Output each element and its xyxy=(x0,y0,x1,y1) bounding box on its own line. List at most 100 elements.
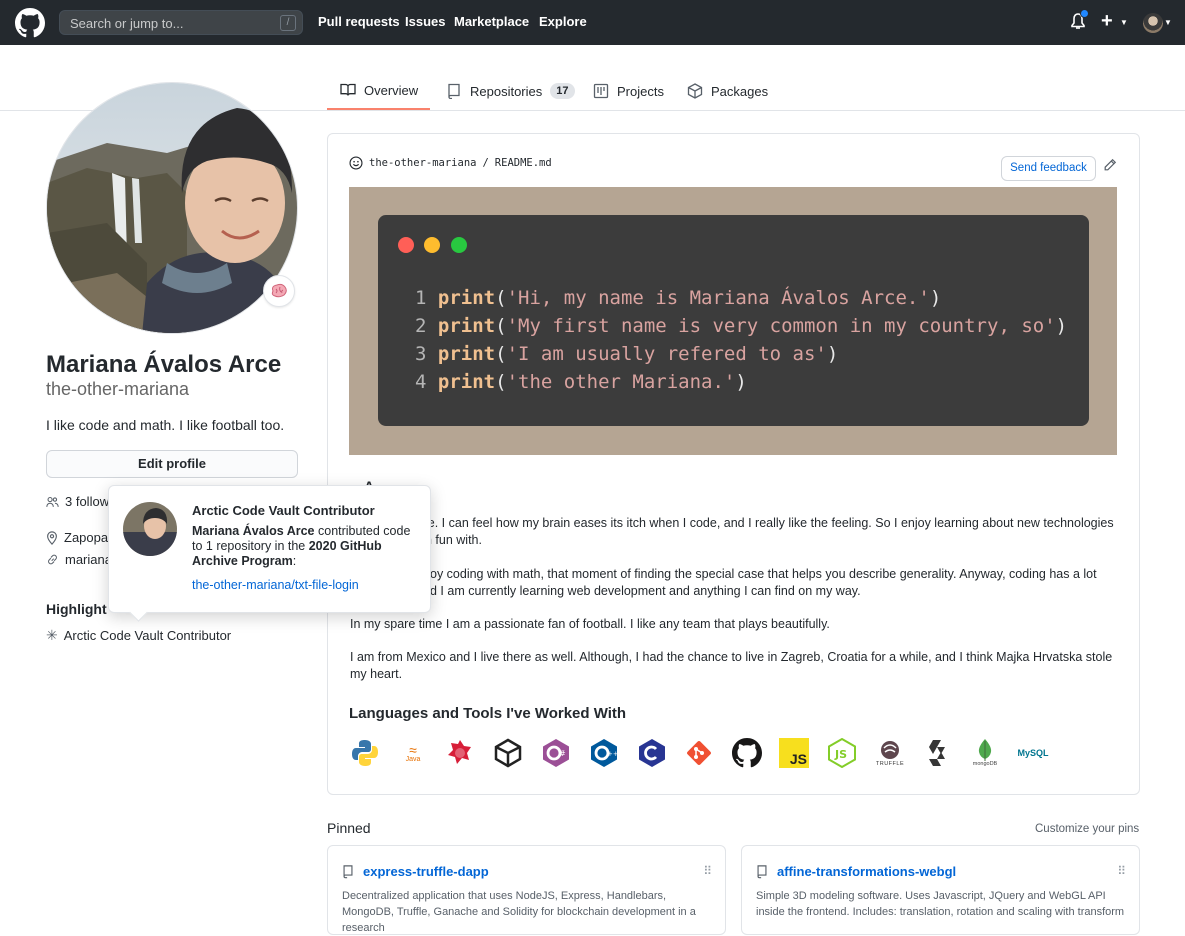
github-logo-icon[interactable] xyxy=(15,8,45,38)
popover-colon: : xyxy=(292,554,297,568)
chevron-down-icon[interactable]: ▼ xyxy=(1120,18,1128,27)
code-string: 'Hi, my name is Mariana Ávalos Arce.' xyxy=(506,287,930,309)
mongodb-icon: mongoDB xyxy=(968,736,1002,770)
tab-overview[interactable]: Overview xyxy=(327,72,430,110)
readme-owner[interactable]: the-other-mariana xyxy=(369,157,476,169)
minimize-dot-icon xyxy=(424,237,440,253)
close-dot-icon xyxy=(398,237,414,253)
followers-link[interactable]: 3 follow xyxy=(46,494,109,509)
truffle-icon: TRUFFLE xyxy=(873,736,907,770)
popover-title: Arctic Code Vault Contributor xyxy=(192,503,375,518)
line-number: 4 xyxy=(415,371,427,393)
package-icon xyxy=(687,83,703,99)
highlight-arctic-vault[interactable]: ✳ Arctic Code Vault Contributor xyxy=(46,627,231,644)
tab-projects[interactable]: Projects xyxy=(593,72,664,110)
readme-paragraph-3: In my spare time I am a passionate fan o… xyxy=(350,617,830,631)
pinned-heading: Pinned xyxy=(327,820,371,836)
user-avatar-small[interactable] xyxy=(1143,13,1163,33)
arctic-vault-popover: Arctic Code Vault Contributor Mariana Áv… xyxy=(108,485,431,613)
code-paren: ) xyxy=(735,371,747,393)
code-paren: ) xyxy=(1055,315,1068,337)
line-number: 1 xyxy=(415,287,427,309)
search-input[interactable]: Search or jump to... / xyxy=(59,10,303,35)
readme-header: the-other-mariana / README.md xyxy=(349,156,552,170)
brain-icon xyxy=(271,283,287,298)
solidity-icon xyxy=(920,736,954,770)
pencil-icon[interactable] xyxy=(1103,158,1117,172)
people-icon xyxy=(46,496,59,507)
profile-avatar[interactable] xyxy=(46,82,298,334)
tab-label: Repositories xyxy=(470,83,543,99)
edit-profile-button[interactable]: Edit profile xyxy=(46,450,298,478)
send-feedback-button[interactable]: Send feedback xyxy=(1001,156,1096,181)
drag-handle-icon[interactable]: ⠿ xyxy=(1117,864,1126,878)
followers-text: 3 follow xyxy=(65,494,110,509)
highlights-heading: Highlight xyxy=(46,601,107,617)
profile-fullname: Mariana Ávalos Arce xyxy=(46,351,282,378)
readme-paragraph-1a: le. I can feel how my brain eases its it… xyxy=(425,516,1114,530)
code-line: 3 print('I am usually refered to as') xyxy=(415,343,838,365)
csharp-icon: # xyxy=(539,736,573,770)
readme-paragraph-2a: oy coding with math, that moment of find… xyxy=(430,567,1097,581)
nav-pull-requests[interactable]: Pull requests xyxy=(318,14,400,29)
popover-body: Mariana Ávalos Arce contributed code to … xyxy=(192,524,417,569)
top-header: Search or jump to... / Pull requests Iss… xyxy=(0,0,1185,45)
js-label: JS xyxy=(789,751,807,767)
profile-bio: I like code and math. I like football to… xyxy=(46,417,285,433)
link-icon xyxy=(48,554,57,565)
pinned-card[interactable]: affine-transformations-webgl ⠿ Simple 3D… xyxy=(741,845,1140,935)
maximize-dot-icon xyxy=(451,237,467,253)
nav-issues[interactable]: Issues xyxy=(405,14,445,29)
project-icon xyxy=(593,83,609,99)
svg-text:#: # xyxy=(559,749,566,758)
location-icon xyxy=(47,530,57,545)
readme-filename[interactable]: README.md xyxy=(495,157,552,169)
search-placeholder: Search or jump to... xyxy=(70,16,184,31)
code-paren: ( xyxy=(495,315,507,337)
nav-explore[interactable]: Explore xyxy=(539,14,587,29)
repo-icon xyxy=(757,865,767,879)
code-function: print xyxy=(437,371,496,393)
code-line: 2 print('My first name is very common in… xyxy=(415,315,1067,337)
plus-icon[interactable]: + xyxy=(1101,10,1113,33)
mysql-icon: MySQL xyxy=(1016,736,1050,770)
truffle-label: TRUFFLE xyxy=(875,761,905,767)
pinned-card[interactable]: express-truffle-dapp ⠿ Decentralized app… xyxy=(327,845,726,935)
website-link[interactable]: mariana xyxy=(46,552,112,567)
drag-handle-icon[interactable]: ⠿ xyxy=(703,864,712,878)
tab-packages[interactable]: Packages xyxy=(687,72,768,110)
code-function: print xyxy=(437,315,496,337)
code-string: 'I am usually refered to as' xyxy=(506,343,827,365)
popover-repo-link[interactable]: the-other-mariana/txt-file-login xyxy=(192,578,359,592)
tab-label: Packages xyxy=(711,83,769,99)
c-icon xyxy=(635,736,669,770)
search-shortcut-key: / xyxy=(280,15,296,31)
mysql-label: MySQL xyxy=(1017,748,1049,758)
code-function: print xyxy=(437,343,496,365)
nodejs-icon: JS xyxy=(825,736,859,770)
code-paren: ( xyxy=(495,343,507,365)
readme-paragraph-4: I am from Mexico and I live there as wel… xyxy=(350,650,1113,681)
status-emoji-button[interactable] xyxy=(263,275,295,307)
tab-label: Projects xyxy=(617,83,664,99)
popover-name: Mariana Ávalos Arce xyxy=(192,524,315,538)
languages-heading: Languages and Tools I've Worked With xyxy=(349,705,627,722)
line-number: 2 xyxy=(415,315,427,337)
pinned-repo-title[interactable]: express-truffle-dapp xyxy=(363,864,489,879)
smiley-icon xyxy=(349,156,363,170)
code-paren: ( xyxy=(495,287,507,309)
tab-repositories[interactable]: Repositories 17 xyxy=(446,72,575,110)
pinned-repo-title[interactable]: affine-transformations-webgl xyxy=(777,864,956,879)
nav-marketplace[interactable]: Marketplace xyxy=(454,14,529,29)
popover-avatar xyxy=(123,502,177,556)
svg-text:JS: JS xyxy=(834,748,847,761)
cplusplus-icon: ++ xyxy=(587,736,621,770)
unity-icon xyxy=(491,736,525,770)
pinned-repo-description: Decentralized application that uses Node… xyxy=(342,890,696,934)
svg-text:++: ++ xyxy=(607,750,619,758)
customize-pins-link[interactable]: Customize your pins xyxy=(1035,823,1139,835)
chevron-down-icon[interactable]: ▼ xyxy=(1164,18,1172,27)
profile-username: the-other-mariana xyxy=(46,379,190,399)
location-line: Zapopa xyxy=(46,530,108,545)
book-icon xyxy=(340,83,356,96)
